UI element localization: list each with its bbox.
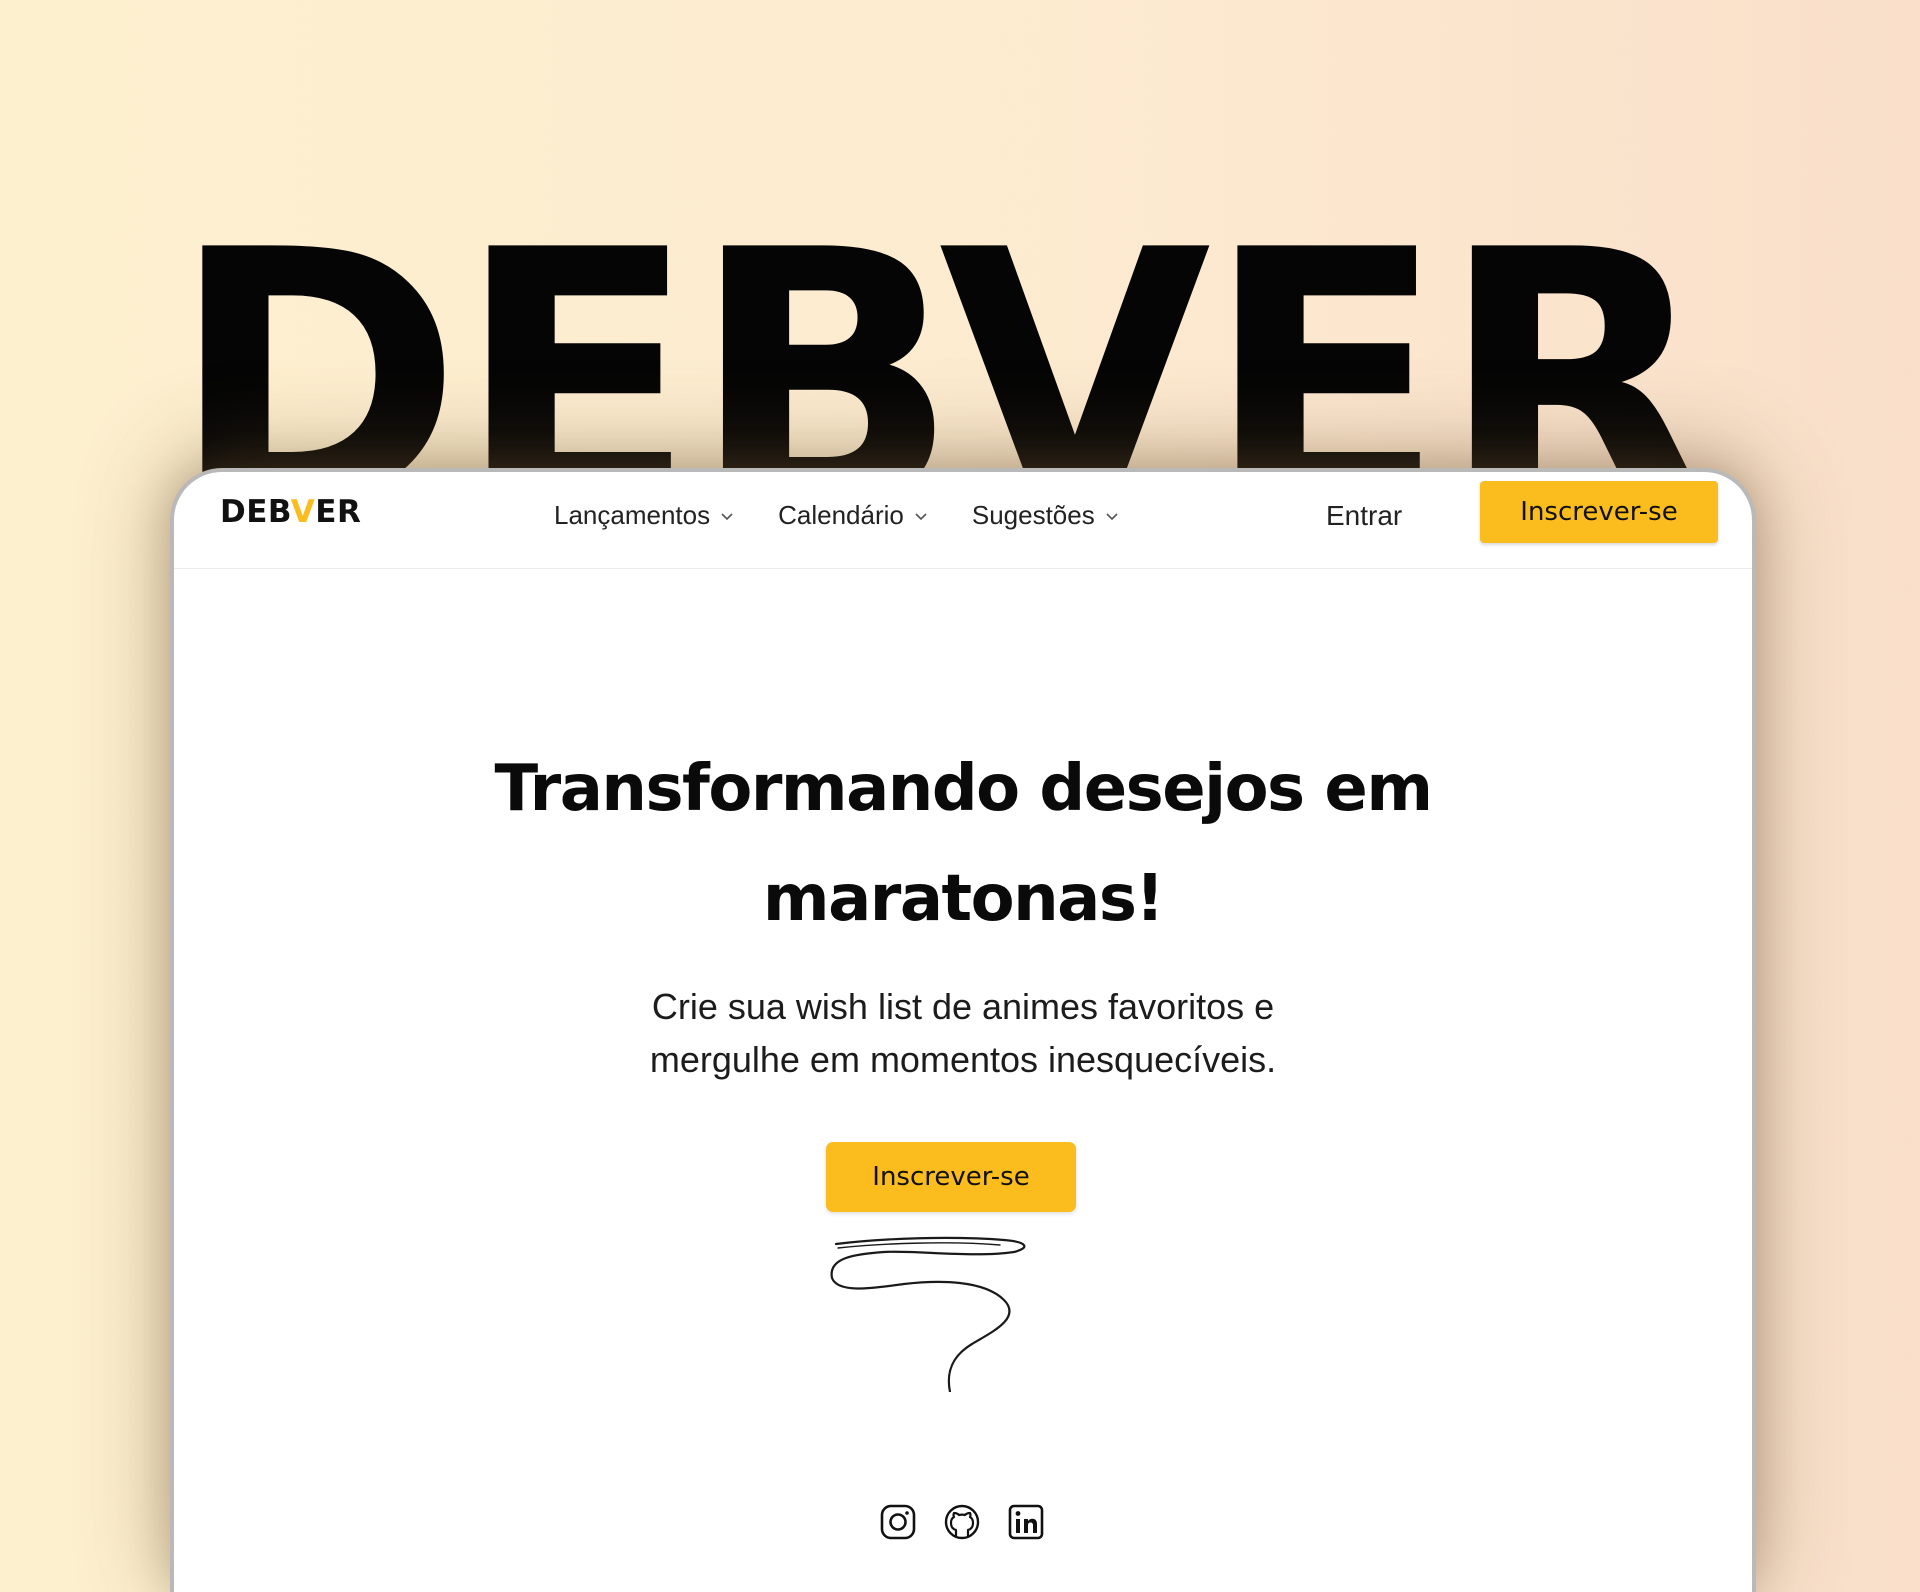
signup-button-navbar[interactable]: Inscrever-se (1480, 481, 1718, 543)
navbar: DEBVER Lançamentos Calendário Sugestões … (174, 472, 1752, 569)
logo-accent: V (290, 494, 316, 530)
linkedin-icon[interactable] (1006, 1502, 1046, 1542)
nav-item-label: Lançamentos (554, 500, 711, 530)
chevron-down-icon (1106, 512, 1118, 520)
nav-item-label: Sugestões (971, 500, 1095, 530)
browser-card: DEBVER Lançamentos Calendário Sugestões … (170, 468, 1756, 1592)
logo-prefix: DEB (220, 494, 291, 530)
logo[interactable]: DEBVER (220, 494, 361, 530)
nav-item-label: Calendário (778, 500, 904, 530)
hero-subtitle-line: mergulhe em momentos inesquecíveis. (649, 1039, 1277, 1080)
github-icon[interactable] (942, 1502, 982, 1542)
logo-suffix: ER (315, 494, 362, 530)
nav-links: Lançamentos Calendário Sugestões (554, 500, 1119, 531)
instagram-icon[interactable] (878, 1502, 918, 1542)
nav-item-calendario[interactable]: Calendário (778, 500, 928, 531)
nav-item-sugestoes[interactable]: Sugestões (972, 500, 1119, 531)
hero-title-line: maratonas! (762, 862, 1165, 936)
hero-subtitle: Crie sua wish list de animes favoritos e… (174, 980, 1752, 1086)
squiggle-decoration (830, 1236, 1026, 1392)
hero-subtitle-line: Crie sua wish list de animes favoritos e (651, 986, 1275, 1027)
hero-title-line: Transformando desejos em (494, 752, 1434, 826)
nav-item-lancamentos[interactable]: Lançamentos (554, 500, 734, 531)
signup-button-hero[interactable]: Inscrever-se (826, 1142, 1076, 1212)
social-links (878, 1502, 1046, 1542)
signin-link[interactable]: Entrar (1326, 500, 1402, 532)
chevron-down-icon (721, 512, 733, 520)
hero-title: Transformando desejos em maratonas! (174, 734, 1752, 954)
chevron-down-icon (915, 512, 927, 520)
